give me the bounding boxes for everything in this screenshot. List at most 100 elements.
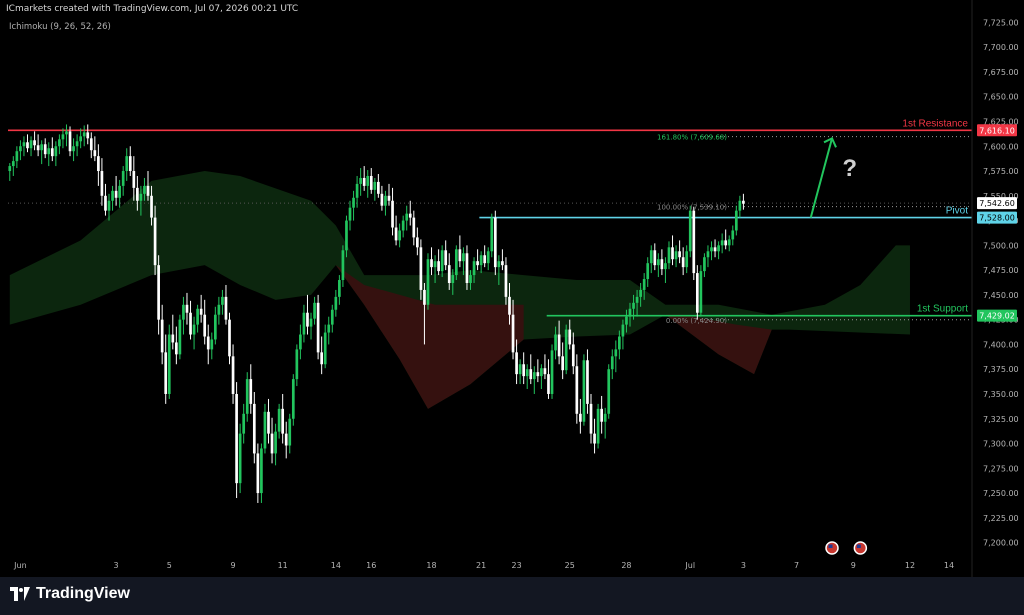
candle-body: [462, 253, 465, 262]
candle-body: [593, 433, 596, 444]
candle-body: [607, 369, 611, 414]
price-tick-label: 7,725.00: [983, 18, 1019, 27]
candle-body: [221, 296, 224, 305]
fib-label: 0.00% (7,424.90): [666, 317, 727, 325]
candle-body: [674, 251, 678, 260]
candle-body: [320, 352, 324, 365]
candle-body: [348, 207, 352, 221]
candle-body: [174, 342, 178, 355]
candle-body: [678, 251, 681, 258]
time-tick-label: 14: [331, 561, 341, 570]
candle-body: [196, 308, 199, 325]
flag-canton: [828, 544, 833, 548]
candle-body: [632, 302, 635, 309]
candle-body: [511, 314, 515, 353]
candle-body: [22, 142, 26, 147]
candle-body: [532, 372, 536, 380]
candle-body: [43, 144, 47, 155]
candle-body: [132, 171, 136, 188]
candle-body: [61, 134, 65, 140]
candle-body: [125, 156, 129, 172]
candle-body: [628, 308, 632, 317]
candle-body: [299, 334, 302, 350]
level-label: 1st Resistance: [902, 118, 968, 129]
candle-body: [540, 368, 543, 377]
candle-body: [430, 259, 433, 268]
candle-body: [568, 329, 572, 345]
candle-body: [150, 195, 153, 218]
candle-body: [93, 150, 97, 157]
candle-body: [454, 249, 458, 276]
candle-body: [476, 261, 479, 266]
candle-body: [391, 200, 394, 228]
price-tick-label: 7,675.00: [983, 68, 1019, 77]
time-tick-label: 21: [476, 561, 486, 570]
candle-body: [497, 261, 501, 268]
annotations: ?: [809, 136, 868, 555]
candle-body: [469, 275, 472, 283]
candle-body: [564, 329, 568, 371]
candle-body: [543, 368, 547, 375]
candle-body: [433, 261, 437, 268]
candle-body: [139, 193, 143, 201]
candle-body: [182, 304, 185, 320]
candle-body: [29, 140, 33, 149]
candle-body: [26, 142, 29, 149]
price-tick-label: 7,500.00: [983, 241, 1019, 250]
candle-body: [362, 177, 366, 186]
candle-body: [199, 308, 203, 315]
flag-canton: [856, 544, 861, 548]
candle-body: [373, 181, 377, 190]
candle-body: [8, 166, 12, 172]
indicator-legend[interactable]: Ichimoku (9, 26, 52, 26): [9, 22, 111, 32]
candle-body: [323, 332, 327, 365]
candle-body: [270, 433, 274, 454]
ichimoku-cloud: [9, 171, 910, 409]
candle-body: [377, 181, 380, 194]
candle-body: [143, 185, 146, 194]
candle-body: [100, 171, 104, 196]
candle-body: [720, 240, 724, 246]
candle-body: [277, 408, 281, 432]
chart-attribution: ICmarkets created with TradingView.com, …: [6, 4, 299, 14]
candle-body: [167, 334, 171, 394]
candle-body: [625, 316, 628, 325]
candle-body: [398, 230, 401, 241]
candle-body: [724, 240, 728, 246]
candle-body: [646, 263, 650, 280]
candle-body: [635, 296, 639, 303]
price-tag-label: 7,616.10: [979, 126, 1015, 135]
candle-body: [249, 379, 253, 404]
candle-body: [118, 185, 121, 198]
price-tag-label: 7,542.60: [979, 199, 1015, 208]
price-tick-label: 7,600.00: [983, 142, 1019, 151]
candle-body: [703, 257, 706, 272]
candle-body: [561, 356, 565, 371]
candle-body: [738, 200, 742, 211]
time-tick-label: 9: [851, 561, 856, 570]
price-axis[interactable]: 7,200.00 7,225.00 7,250.00 7,275.00 7,300.00…: [971, 0, 1019, 577]
price-tick-label: 7,225.00: [983, 514, 1019, 523]
candle-body: [685, 251, 689, 268]
candle-body: [189, 312, 192, 335]
candle-body: [89, 138, 93, 151]
candle-body: [75, 141, 79, 147]
candle-body: [621, 324, 625, 337]
candle-body: [295, 349, 299, 380]
candle-body: [447, 265, 451, 283]
candle-body: [40, 144, 44, 151]
candle-body: [15, 151, 19, 162]
candle-body: [529, 369, 533, 380]
candle-body: [692, 210, 696, 274]
time-axis[interactable]: Jun 3 5 9 11 14 16 18 21 23 25 28 Jul 3 7 9 12 14: [13, 561, 954, 570]
tradingview-brand[interactable]: TradingView: [10, 585, 130, 603]
candle-body: [111, 190, 114, 201]
price-tick-label: 7,300.00: [983, 440, 1019, 449]
candle-body: [65, 131, 68, 135]
candle-body: [550, 350, 554, 394]
time-tick-label: 12: [905, 561, 915, 570]
chart-canvas[interactable]: 1st Resistance Pivot 1st Support 161.80% (7…: [0, 0, 1024, 577]
time-tick-label: 14: [944, 561, 954, 570]
candle-body: [600, 408, 603, 422]
candle-body: [713, 247, 717, 252]
